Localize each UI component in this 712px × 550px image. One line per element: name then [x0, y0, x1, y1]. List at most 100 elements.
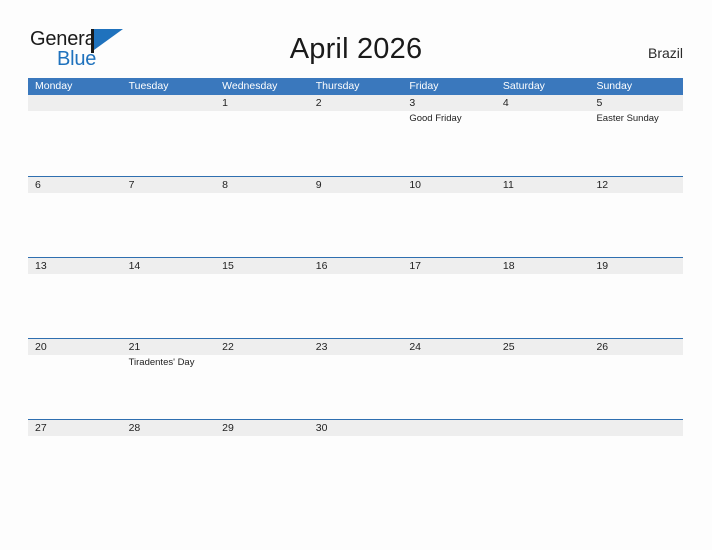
day-number: 14 — [128, 260, 141, 272]
day-number: 5 — [596, 97, 603, 109]
day-number-band — [28, 95, 122, 111]
day-number: 29 — [222, 422, 234, 434]
calendar-day-cell[interactable]: 9 — [308, 177, 403, 257]
day-number: 28 — [128, 422, 141, 434]
calendar-weeks: 1 2 3 Good Friday 4 5 Easter Sunday 6 7 8 9 10 11 12 1… — [28, 95, 684, 500]
day-number-band — [215, 95, 309, 111]
day-number-band — [121, 95, 216, 111]
calendar-day-cell[interactable]: 15 — [215, 258, 309, 338]
day-number: 21 — [128, 341, 141, 353]
day-number: 16 — [315, 260, 328, 272]
calendar-day-cell-empty[interactable] — [28, 95, 122, 176]
calendar-day-cell[interactable]: 23 — [308, 339, 403, 419]
day-number-band — [589, 420, 684, 436]
calendar-day-cell[interactable]: 21 Tiradentes' Day — [121, 339, 216, 419]
day-number: 18 — [502, 260, 515, 272]
day-number: 1 — [222, 97, 228, 109]
calendar-day-cell-empty[interactable] — [495, 420, 590, 500]
day-number-band — [308, 177, 403, 193]
calendar-page: General Blue April 2026 Brazil Monday Tue… — [0, 0, 712, 550]
day-number: 9 — [315, 179, 322, 191]
calendar-day-cell[interactable]: 24 — [402, 339, 496, 419]
day-number: 17 — [409, 260, 421, 272]
calendar-day-cell[interactable]: 17 — [402, 258, 496, 338]
calendar-day-cell[interactable]: 11 — [495, 177, 590, 257]
day-number: 26 — [596, 341, 609, 353]
calendar-day-cell[interactable]: 6 — [28, 177, 122, 257]
calendar-day-cell[interactable]: 12 — [589, 177, 684, 257]
calendar-day-cell[interactable]: 1 — [215, 95, 309, 176]
day-number: 13 — [35, 260, 47, 272]
day-number: 25 — [502, 341, 515, 353]
day-number: 24 — [409, 341, 421, 353]
calendar-week-row: 13 14 15 16 17 18 19 — [28, 257, 684, 338]
weekday-header-wednesday: Wednesday — [222, 80, 278, 92]
day-number-band — [215, 177, 309, 193]
calendar-day-cell-empty[interactable] — [589, 420, 684, 500]
weekday-header-thursday: Thursday — [315, 80, 360, 92]
day-number: 22 — [222, 341, 234, 353]
day-number: 12 — [596, 179, 609, 191]
holiday-label: Good Friday — [409, 113, 462, 124]
calendar-day-cell[interactable]: 4 — [495, 95, 590, 176]
weekday-header-tuesday: Tuesday — [128, 80, 169, 92]
day-number: 19 — [596, 260, 609, 272]
page-header: General Blue April 2026 Brazil — [0, 0, 712, 78]
day-number: 4 — [502, 97, 509, 109]
day-number: 27 — [35, 422, 47, 434]
calendar-day-cell[interactable]: 10 — [402, 177, 496, 257]
calendar-day-cell[interactable]: 5 Easter Sunday — [589, 95, 684, 176]
day-number-band — [495, 420, 590, 436]
weekday-header-row: Monday Tuesday Wednesday Thursday Friday Satu… — [28, 78, 683, 95]
calendar-day-cell[interactable]: 16 — [308, 258, 403, 338]
calendar-day-cell[interactable]: 7 — [121, 177, 216, 257]
calendar-week-row: 20 21 Tiradentes' Day 22 23 24 25 26 — [28, 338, 684, 419]
day-number: 2 — [315, 97, 322, 109]
day-number: 3 — [409, 97, 416, 109]
calendar-day-cell[interactable]: 25 — [495, 339, 590, 419]
page-title: April 2026 — [289, 33, 423, 65]
calendar-day-cell[interactable]: 8 — [215, 177, 309, 257]
holiday-label: Easter Sunday — [596, 113, 659, 124]
calendar-day-cell[interactable]: 26 — [589, 339, 684, 419]
day-number: 20 — [35, 341, 47, 353]
calendar-day-cell[interactable]: 3 Good Friday — [402, 95, 496, 176]
holiday-label: Tiradentes' Day — [128, 357, 195, 368]
calendar-day-cell[interactable]: 14 — [121, 258, 216, 338]
day-number: 8 — [222, 179, 228, 191]
day-number: 15 — [222, 260, 234, 272]
day-number: 11 — [502, 179, 514, 191]
calendar-day-cell[interactable]: 13 — [28, 258, 122, 338]
calendar-day-cell[interactable]: 27 — [28, 420, 122, 500]
calendar-day-cell[interactable]: 2 — [308, 95, 403, 176]
day-number-band — [308, 95, 403, 111]
weekday-header-saturday: Saturday — [502, 80, 545, 92]
day-number-band — [402, 420, 496, 436]
day-number-band — [28, 177, 122, 193]
day-number: 10 — [409, 179, 421, 191]
day-number-band — [589, 95, 684, 111]
calendar-day-cell[interactable]: 18 — [495, 258, 590, 338]
day-number: 23 — [315, 341, 328, 353]
calendar-day-cell[interactable]: 28 — [121, 420, 216, 500]
calendar-day-cell-empty[interactable] — [402, 420, 496, 500]
day-number: 7 — [128, 179, 135, 191]
weekday-header-sunday: Sunday — [596, 80, 633, 92]
calendar-day-cell[interactable]: 29 — [215, 420, 309, 500]
day-number-band — [495, 95, 590, 111]
calendar-week-row: 27 28 29 30 — [28, 419, 684, 500]
day-number: 30 — [315, 422, 328, 434]
day-number-band — [402, 95, 496, 111]
calendar-day-cell[interactable]: 30 — [308, 420, 403, 500]
calendar-day-cell[interactable]: 19 — [589, 258, 684, 338]
calendar-grid: Monday Tuesday Wednesday Thursday Friday Satu… — [28, 78, 684, 500]
weekday-header-monday: Monday — [35, 80, 73, 92]
calendar-week-row: 6 7 8 9 10 11 12 — [28, 176, 684, 257]
weekday-header-friday: Friday — [409, 80, 439, 92]
day-number-band — [121, 177, 216, 193]
calendar-day-cell[interactable]: 22 — [215, 339, 309, 419]
country-label: Brazil — [647, 45, 683, 61]
day-number: 6 — [35, 179, 41, 191]
calendar-day-cell[interactable]: 20 — [28, 339, 122, 419]
calendar-day-cell-empty[interactable] — [121, 95, 216, 176]
